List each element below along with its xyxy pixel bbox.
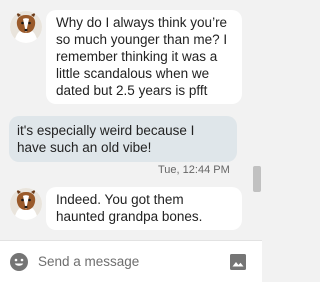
message-timestamp: Tue, 12:44 PM xyxy=(158,164,230,176)
sheltie-dog-avatar-icon xyxy=(10,188,42,220)
message-text: it's especially weird because I have suc… xyxy=(17,123,195,155)
message-bubble-incoming: Why do I always think you’re so much you… xyxy=(46,10,242,104)
emoji-button[interactable] xyxy=(9,252,29,272)
message-composer xyxy=(0,240,262,282)
chat-scrollbar[interactable] xyxy=(252,0,262,240)
message-text: Indeed. You got them haunted grandpa bon… xyxy=(56,192,203,224)
message-input[interactable] xyxy=(38,250,218,272)
message-text: Why do I always think you’re so much you… xyxy=(56,15,228,98)
smiley-face-icon xyxy=(10,253,28,271)
message-bubble-outgoing: it's especially weird because I have suc… xyxy=(9,116,237,162)
conversation-pane: Why do I always think you’re so much you… xyxy=(0,0,262,240)
send-image-button[interactable] xyxy=(229,253,247,271)
scrollbar-thumb[interactable] xyxy=(253,166,261,192)
image-icon xyxy=(230,254,246,270)
contact-avatar[interactable] xyxy=(10,11,42,43)
contact-avatar[interactable] xyxy=(10,188,42,220)
message-bubble-incoming: Indeed. You got them haunted grandpa bon… xyxy=(46,187,242,230)
sheltie-dog-avatar-icon xyxy=(10,11,42,43)
